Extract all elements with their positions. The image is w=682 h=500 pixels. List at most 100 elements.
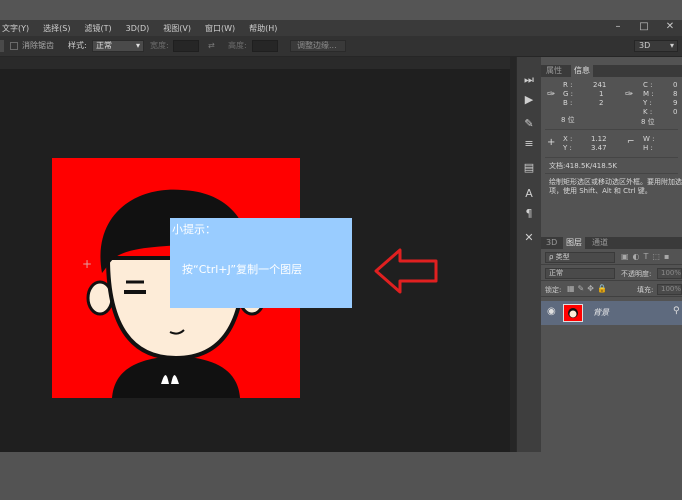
b-label: B : bbox=[563, 99, 573, 107]
x-label: X : bbox=[563, 135, 573, 143]
info-panel-tabs: 属性 信息 bbox=[541, 65, 682, 77]
y-value: 9 bbox=[673, 99, 678, 107]
document-tab-strip bbox=[0, 57, 516, 69]
panel-dock: ⏭ ▶ ✎ ≡ ▤ A ¶ ✕ bbox=[516, 57, 542, 452]
eyedropper-icon: ✑ bbox=[547, 89, 556, 100]
eyedropper-icon: ✑ bbox=[625, 89, 634, 100]
options-bar: 消除锯齿 样式: 正常 ▾ 宽度: ⇄ 高度: 调整边缘... 3D ▾ bbox=[0, 36, 682, 57]
selection-size-icon: ⌐ bbox=[627, 137, 635, 147]
options-edge bbox=[0, 40, 4, 52]
play-icon[interactable]: ▶ bbox=[521, 93, 537, 107]
tab-channels[interactable]: 通道 bbox=[589, 237, 611, 249]
fill-label: 填充: bbox=[637, 286, 654, 294]
maximize-icon[interactable]: □ bbox=[638, 22, 650, 32]
style-label: 样式: bbox=[68, 41, 87, 50]
layer-row-background[interactable]: ◉ 背景 ⚲ bbox=[541, 301, 682, 325]
lock-label: 锁定: bbox=[545, 286, 562, 294]
lock-icons[interactable]: ▦✎✥🔒 bbox=[567, 284, 610, 293]
chevron-down-icon: ▾ bbox=[669, 41, 674, 50]
menu-bar: 文字(Y) 选择(S) 滤镜(T) 3D(D) 视图(V) 窗口(W) 帮助(H… bbox=[0, 20, 682, 36]
antialias-checkbox[interactable] bbox=[10, 42, 18, 50]
k-label: K : bbox=[643, 108, 653, 116]
layers-panel: ρ 类型 ▣◐T⬚▪ 正常 不透明度: 100% 锁定: ▦✎✥🔒 填充: 10… bbox=[541, 249, 682, 452]
antialias-label: 消除锯齿 bbox=[22, 41, 54, 50]
workspace-select[interactable]: 3D ▾ bbox=[634, 40, 678, 52]
info-panel: ✑ R : 241 G : 1 B : 2 8 位 ✑ C : 0 M : 8 … bbox=[541, 77, 682, 237]
menu-window[interactable]: 窗口(W) bbox=[205, 23, 235, 34]
workspace-value: 3D bbox=[639, 41, 651, 50]
height-input[interactable] bbox=[252, 40, 278, 52]
cmyk-bits: 8 位 bbox=[641, 118, 655, 126]
title-strip bbox=[0, 0, 682, 20]
close-icon[interactable]: ✕ bbox=[664, 22, 676, 32]
lock-row: 锁定: ▦✎✥🔒 填充: 100% bbox=[541, 283, 682, 297]
fill-input[interactable]: 100% bbox=[657, 284, 682, 295]
tab-info[interactable]: 信息 bbox=[571, 65, 593, 77]
style-select[interactable]: 正常 ▾ bbox=[92, 40, 144, 52]
b-value: 2 bbox=[599, 99, 604, 107]
info-divider bbox=[545, 157, 678, 158]
g-value: 1 bbox=[599, 90, 604, 98]
tip-body: 按“Ctrl+J”复制一个图层 bbox=[182, 263, 303, 276]
tools-icon[interactable]: ✕ bbox=[521, 231, 537, 245]
adjust-edge-button[interactable]: 调整边缘... bbox=[290, 40, 346, 52]
crosshair-cursor-icon: + bbox=[82, 257, 93, 271]
width-input[interactable] bbox=[173, 40, 199, 52]
height-label: 高度: bbox=[228, 41, 247, 50]
style-value: 正常 bbox=[96, 41, 112, 50]
menu-filter[interactable]: 滤镜(T) bbox=[84, 23, 111, 34]
tab-properties[interactable]: 属性 bbox=[543, 65, 565, 77]
swap-icon[interactable]: ⇄ bbox=[208, 40, 215, 52]
c-label: C : bbox=[643, 81, 653, 89]
g-label: G : bbox=[563, 90, 574, 98]
layer-filter-select[interactable]: ρ 类型 bbox=[545, 252, 615, 263]
layer-comp-icon[interactable]: ▤ bbox=[521, 161, 537, 175]
blend-mode-select[interactable]: 正常 bbox=[545, 268, 615, 279]
blend-row: 正常 不透明度: 100% bbox=[541, 267, 682, 281]
w-label: W : bbox=[643, 135, 655, 143]
history-icon[interactable]: ⏭ bbox=[521, 73, 537, 87]
r-value: 241 bbox=[593, 81, 607, 89]
adjust-icon[interactable]: ≡ bbox=[521, 137, 537, 151]
r-label: R : bbox=[563, 81, 573, 89]
y-coord-value: 3.47 bbox=[591, 144, 607, 152]
tab-3d[interactable]: 3D bbox=[543, 237, 560, 249]
bottom-area bbox=[0, 452, 682, 500]
window-controls: – □ ✕ bbox=[612, 18, 676, 36]
character-icon[interactable]: A bbox=[521, 187, 537, 201]
tab-layers[interactable]: 图层 bbox=[563, 237, 585, 249]
x-value: 1.12 bbox=[591, 135, 607, 143]
layer-filter-icons[interactable]: ▣◐T⬚▪ bbox=[621, 252, 673, 261]
rgb-bits: 8 位 bbox=[561, 116, 575, 124]
right-panels: 属性 信息 ✑ R : 241 G : 1 B : 2 8 位 ✑ C : 0 … bbox=[541, 57, 682, 452]
info-divider bbox=[545, 173, 678, 174]
menu-view[interactable]: 视图(V) bbox=[163, 23, 191, 34]
opacity-input[interactable]: 100% bbox=[657, 268, 682, 279]
layer-thumbnail bbox=[563, 304, 583, 322]
info-divider bbox=[545, 129, 678, 130]
y-label: Y : bbox=[643, 99, 652, 107]
tool-hint: 绘制矩形选区或移动选区外框。要用附加选项，使用 Shift、Alt 和 Ctrl… bbox=[549, 178, 682, 195]
minimize-icon[interactable]: – bbox=[612, 22, 624, 32]
tip-box: 小提示： 按“Ctrl+J”复制一个图层 bbox=[170, 218, 352, 308]
paragraph-icon[interactable]: ¶ bbox=[521, 207, 537, 221]
lock-icon: ⚲ bbox=[673, 306, 680, 316]
chevron-down-icon: ▾ bbox=[135, 41, 140, 50]
layers-panel-tabs: 3D 图层 通道 bbox=[541, 237, 682, 249]
m-label: M : bbox=[643, 90, 654, 98]
layer-filter-row: ρ 类型 ▣◐T⬚▪ bbox=[541, 251, 682, 265]
brush-icon[interactable]: ✎ bbox=[521, 117, 537, 131]
k-value: 0 bbox=[673, 108, 678, 116]
menu-help[interactable]: 帮助(H) bbox=[249, 23, 277, 34]
width-label: 宽度: bbox=[150, 41, 169, 50]
menu-select[interactable]: 选择(S) bbox=[43, 23, 70, 34]
left-arrow-icon bbox=[374, 248, 438, 294]
c-value: 0 bbox=[673, 81, 678, 89]
menu-type[interactable]: 文字(Y) bbox=[2, 23, 29, 34]
m-value: 8 bbox=[673, 90, 678, 98]
opacity-label: 不透明度: bbox=[621, 270, 652, 278]
menu-3d[interactable]: 3D(D) bbox=[126, 24, 150, 33]
h-label: H : bbox=[643, 144, 653, 152]
document-size: 文档:418.5K/418.5K bbox=[549, 162, 617, 170]
eye-icon[interactable]: ◉ bbox=[547, 306, 556, 317]
